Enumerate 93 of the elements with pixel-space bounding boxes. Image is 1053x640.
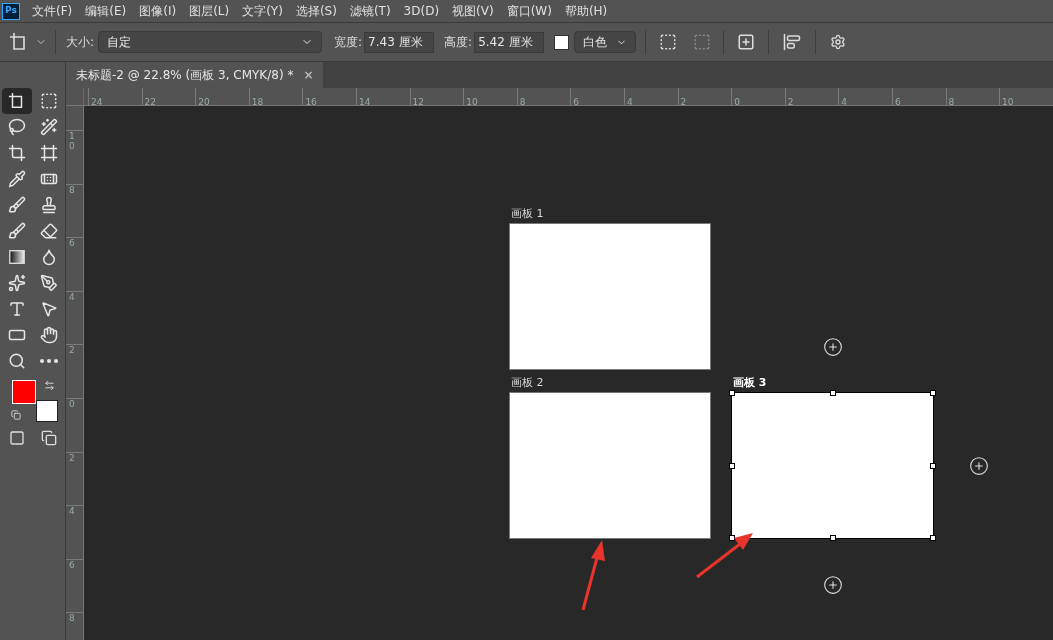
frame-tool-icon [39,144,58,162]
ruler-label: 8 [948,97,955,107]
menu-item[interactable]: 文件(F) [32,2,73,20]
eyedropper-tool-icon [7,170,26,188]
quick-select-tool-icon [39,118,58,136]
ruler-label: 2 [787,97,794,107]
add-artboard-icon[interactable] [823,337,843,357]
ruler-label: 8 [519,97,526,107]
ruler-label: 4 [626,97,633,107]
ruler-label: 8 [69,184,75,195]
quick-mask-icon[interactable] [7,430,26,446]
ruler-label: 2 [69,345,75,356]
background-color-swatch[interactable] [35,400,58,422]
close-tab-button[interactable]: × [303,66,314,84]
stamp-tool-icon [39,196,58,214]
marquee-tool-icon [39,92,58,110]
menu-item[interactable]: 帮助(H) [564,2,608,20]
ruler-label: 12 [412,97,424,107]
menu-item[interactable]: 图层(L) [189,2,230,20]
ruler-label: 4 [69,291,75,302]
size-dropdown[interactable]: 自定 [98,31,323,53]
transform-handle[interactable] [829,535,836,541]
fill-color-swatch[interactable] [554,34,570,50]
annotation-arrow [581,540,605,611]
ruler-label: 10 [69,131,75,151]
ruler-label: 10 [466,97,478,107]
ruler-label: 18 [251,97,264,107]
transform-handle[interactable] [729,390,735,396]
app-logo: Ps [2,2,20,20]
menu-item[interactable]: 3D(D) [403,2,440,20]
ruler-label: 24 [91,97,103,107]
foreground-color-swatch[interactable] [11,380,36,404]
type-tool-icon [7,300,26,318]
lasso-tool-icon [7,118,26,136]
ruler-label: 4 [69,506,75,517]
eraser-tool-icon [39,222,58,240]
transform-handle[interactable] [930,390,936,396]
brush-tool-icon [7,196,26,214]
settings-icon[interactable] [830,34,847,50]
ruler-label: 16 [305,97,317,107]
history-brush-tool-icon [7,222,26,240]
size-label: 大小: [66,34,95,51]
ruler-label: 4 [841,97,848,107]
artboard-label[interactable]: 画板 2 [509,374,711,392]
ruler-label: 10 [1002,97,1014,107]
ruler-label: 0 [734,97,740,107]
ruler-label: 0 [69,398,75,409]
menu-item[interactable]: 图像(I) [139,2,177,20]
menu-item[interactable]: 文字(Y) [242,2,283,20]
menu-item[interactable]: 编辑(E) [85,2,127,20]
ruler-label: 2 [680,97,687,107]
tool-button[interactable] [1,88,32,114]
transform-handle[interactable] [930,462,936,469]
transform-handle[interactable] [829,390,836,396]
more-tools-icon [39,359,58,363]
artboard-label[interactable]: 画板 1 [509,205,711,223]
width-field[interactable]: 7.43 厘米 [364,31,435,53]
menu-item[interactable]: 选择(S) [295,2,337,20]
ruler-label: 22 [144,97,157,107]
align-icon[interactable] [783,33,802,51]
ruler-label: 20 [198,97,210,107]
pen-tool-icon [39,274,58,292]
add-artboard-icon[interactable] [737,33,756,51]
transform-handle[interactable] [930,535,936,541]
menu-item[interactable]: 滤镜(T) [349,2,391,20]
pointer-tool-icon [39,300,58,318]
zoom-tool-icon [7,352,26,370]
add-artboard-icon[interactable] [823,575,843,595]
height-field[interactable]: 5.42 厘米 [474,31,545,53]
ruler-label: 6 [69,559,75,570]
hand-tool-icon [39,326,58,344]
ruler-label: 6 [894,97,901,107]
height-label: 高度: [444,34,473,51]
fill-dropdown[interactable]: 白色 [574,31,637,53]
add-artboard-icon[interactable] [969,456,989,476]
document-tab-title: 未标题-2 @ 22.8% (画板 3, CMYK/8) * [76,67,294,84]
swap-colors-icon[interactable] [43,380,55,391]
ruler-label: 14 [358,97,371,107]
width-label: 宽度: [334,34,363,51]
transform-handle[interactable] [729,462,735,469]
ruler-label: 6 [69,238,75,249]
crop-tool-icon [7,144,26,162]
ruler-label: 8 [69,613,75,624]
document-tab[interactable]: 未标题-2 @ 22.8% (画板 3, CMYK/8) * × [66,62,324,88]
menu-item[interactable]: 视图(V) [452,2,494,20]
menu-item[interactable]: 窗口(W) [506,2,552,20]
ruler-label: 2 [69,452,75,463]
annotation-arrow [696,533,753,579]
artboard[interactable] [731,392,934,539]
gradient-tool-icon [7,248,26,266]
ruler-label: 6 [573,97,580,107]
artboard-label[interactable]: 画板 3 [731,374,934,392]
transform-handle[interactable] [729,535,735,541]
